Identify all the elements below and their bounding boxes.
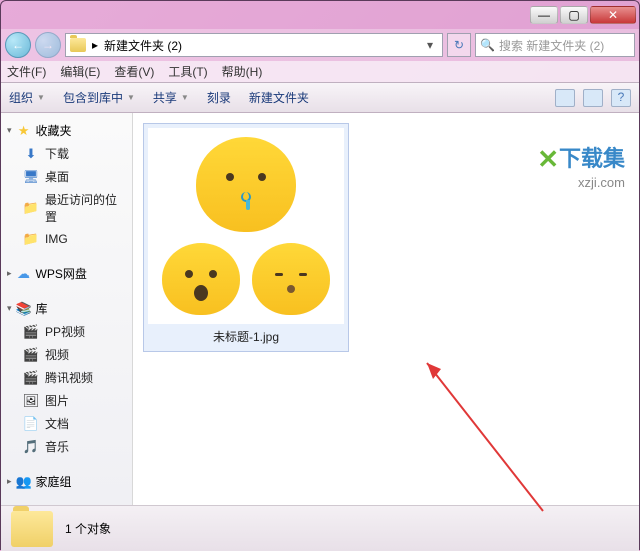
- file-list-pane[interactable]: 未标题-1.jpg ✕下载集 xzji.com: [133, 113, 639, 505]
- help-button[interactable]: ?: [611, 89, 631, 107]
- file-name: 未标题-1.jpg: [148, 324, 344, 347]
- tb-newfolder[interactable]: 新建文件夹: [249, 89, 309, 106]
- sidebar-item-video[interactable]: 🎬视频: [1, 343, 132, 366]
- menu-help[interactable]: 帮助(H): [222, 63, 263, 80]
- refresh-icon: ↻: [454, 38, 464, 52]
- sidebar-item-music[interactable]: 🎵音乐: [1, 435, 132, 458]
- back-button[interactable]: ←: [5, 32, 31, 58]
- sidebar-item-documents[interactable]: 📄文档: [1, 412, 132, 435]
- sidebar-item-downloads[interactable]: ⬇下载: [1, 142, 132, 165]
- folder-icon: [70, 38, 86, 52]
- sidebar-item-recent[interactable]: 📁最近访问的位置: [1, 188, 132, 228]
- close-button[interactable]: ✕: [590, 6, 636, 24]
- menu-edit[interactable]: 编辑(E): [60, 63, 100, 80]
- desktop-icon: 🖥: [23, 169, 39, 185]
- chevron-down-icon: ▾: [7, 125, 12, 136]
- toolbar: 组织 ▼ 包含到库中 ▼ 共享 ▼ 刻录 新建文件夹 ?: [1, 83, 639, 113]
- menu-bar: 文件(F) 编辑(E) 查看(V) 工具(T) 帮助(H): [1, 61, 639, 83]
- nav-bar: ← → ▸ 新建文件夹 (2) ▾ ↻ 🔍 搜索 新建文件夹 (2): [1, 29, 639, 61]
- forward-icon: →: [42, 38, 54, 52]
- recent-icon: 📁: [23, 200, 39, 216]
- window-titlebar: — ▢ ✕: [1, 1, 639, 29]
- emoji-surprised: [162, 243, 240, 315]
- music-icon: 🎵: [23, 439, 39, 455]
- tb-include[interactable]: 包含到库中 ▼: [63, 89, 135, 106]
- maximize-button[interactable]: ▢: [560, 6, 588, 24]
- folder-icon: 📁: [23, 231, 39, 247]
- search-input[interactable]: 🔍 搜索 新建文件夹 (2): [475, 33, 635, 57]
- watermark-url: xzji.com: [537, 175, 625, 190]
- toolbar-right: ?: [555, 89, 631, 107]
- homegroup-icon: 👥: [16, 474, 32, 490]
- address-bar[interactable]: ▸ 新建文件夹 (2) ▾: [65, 33, 443, 57]
- sidebar-libraries: ▾📚库 🎬PP视频 🎬视频 🎬腾讯视频 🖼图片 📄文档 🎵音乐: [1, 297, 132, 458]
- sidebar-wps-head[interactable]: ▸☁WPS网盘: [1, 262, 132, 285]
- pictures-icon: 🖼: [23, 393, 39, 409]
- download-icon: ⬇: [23, 146, 39, 162]
- emoji-annoyed: [252, 243, 330, 315]
- close-icon: ✕: [608, 8, 618, 22]
- emoji-drool: [196, 137, 296, 232]
- status-folder-icon: [11, 511, 53, 547]
- address-sep: ▸: [92, 38, 98, 52]
- refresh-button[interactable]: ↻: [447, 33, 471, 57]
- menu-view[interactable]: 查看(V): [114, 63, 154, 80]
- address-path: 新建文件夹 (2): [104, 37, 182, 54]
- video-icon: 🎬: [23, 324, 39, 340]
- cloud-icon: ☁: [16, 266, 32, 282]
- watermark: ✕下载集 xzji.com: [537, 141, 625, 190]
- menu-file[interactable]: 文件(F): [7, 63, 46, 80]
- navigation-pane: ▾★收藏夹 ⬇下载 🖥桌面 📁最近访问的位置 📁IMG ▸☁WPS网盘 ▾📚库 …: [1, 113, 133, 505]
- status-count: 1 个对象: [65, 520, 111, 537]
- sidebar-favorites-head[interactable]: ▾★收藏夹: [1, 119, 132, 142]
- menu-tools[interactable]: 工具(T): [168, 63, 207, 80]
- star-icon: ★: [16, 123, 32, 139]
- sidebar-item-pictures[interactable]: 🖼图片: [1, 389, 132, 412]
- forward-button[interactable]: →: [35, 32, 61, 58]
- tb-share[interactable]: 共享 ▼: [153, 89, 189, 106]
- explorer-window: — ▢ ✕ ← → ▸ 新建文件夹 (2) ▾ ↻ 🔍 搜索 新建文件夹 (2)…: [0, 0, 640, 550]
- thumbnail-image: [148, 128, 344, 324]
- documents-icon: 📄: [23, 416, 39, 432]
- sidebar-item-ppvideo[interactable]: 🎬PP视频: [1, 320, 132, 343]
- tb-burn[interactable]: 刻录: [207, 89, 231, 106]
- search-icon: 🔍: [480, 38, 495, 52]
- sidebar-homegroup: ▸👥家庭组: [1, 470, 132, 493]
- maximize-icon: ▢: [568, 8, 579, 22]
- status-bar: 1 个对象: [1, 505, 639, 551]
- chevron-down-icon: ▾: [7, 303, 12, 314]
- view-options-button[interactable]: [555, 89, 575, 107]
- back-icon: ←: [12, 38, 24, 52]
- video-icon: 🎬: [23, 347, 39, 363]
- minimize-button[interactable]: —: [530, 6, 558, 24]
- watermark-logo-icon: ✕: [537, 144, 559, 174]
- library-icon: 📚: [16, 301, 32, 317]
- explorer-body: ▾★收藏夹 ⬇下载 🖥桌面 📁最近访问的位置 📁IMG ▸☁WPS网盘 ▾📚库 …: [1, 113, 639, 505]
- watermark-brand: 下载集: [559, 146, 625, 171]
- preview-pane-button[interactable]: [583, 89, 603, 107]
- sidebar-wps: ▸☁WPS网盘: [1, 262, 132, 285]
- video-icon: 🎬: [23, 370, 39, 386]
- sidebar-favorites: ▾★收藏夹 ⬇下载 🖥桌面 📁最近访问的位置 📁IMG: [1, 119, 132, 250]
- chevron-right-icon: ▸: [7, 268, 12, 279]
- sidebar-item-tencent[interactable]: 🎬腾讯视频: [1, 366, 132, 389]
- sidebar-homegroup-head[interactable]: ▸👥家庭组: [1, 470, 132, 493]
- file-thumbnail[interactable]: 未标题-1.jpg: [143, 123, 349, 352]
- sidebar-item-desktop[interactable]: 🖥桌面: [1, 165, 132, 188]
- sidebar-item-img[interactable]: 📁IMG: [1, 228, 132, 250]
- search-placeholder: 搜索 新建文件夹 (2): [499, 37, 604, 54]
- chevron-right-icon: ▸: [7, 476, 12, 487]
- tb-organize[interactable]: 组织 ▼: [9, 89, 45, 106]
- annotation-arrow: [413, 351, 553, 521]
- address-dropdown[interactable]: ▾: [422, 38, 438, 52]
- sidebar-libraries-head[interactable]: ▾📚库: [1, 297, 132, 320]
- minimize-icon: —: [538, 8, 550, 22]
